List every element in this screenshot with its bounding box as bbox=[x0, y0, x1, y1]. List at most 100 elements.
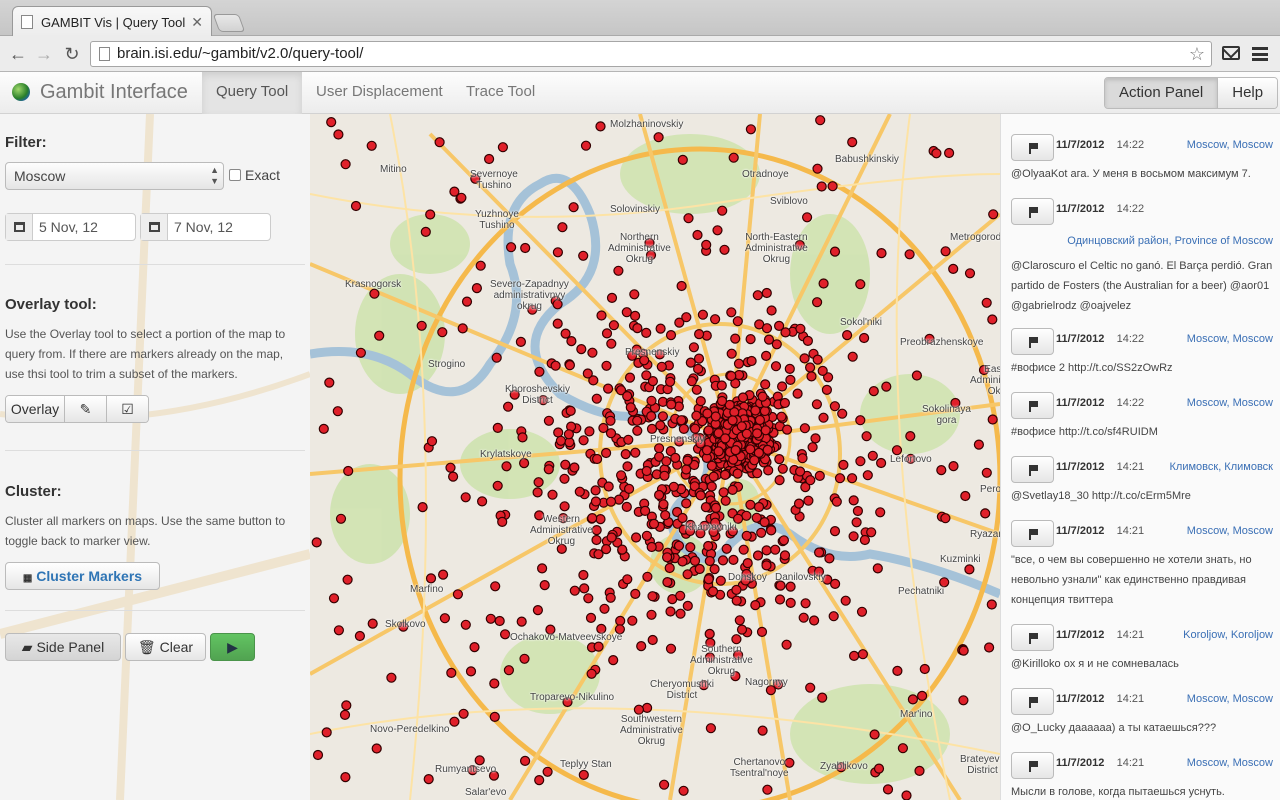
tweet-marker[interactable] bbox=[578, 569, 589, 581]
tweet-marker[interactable] bbox=[622, 574, 633, 585]
tweet-marker[interactable] bbox=[491, 352, 502, 363]
tweet-marker[interactable] bbox=[692, 229, 703, 241]
tweet-marker[interactable] bbox=[875, 457, 887, 469]
tweet-marker[interactable] bbox=[882, 784, 894, 795]
pencil-icon[interactable]: ✎ bbox=[64, 396, 106, 422]
tweet-marker[interactable] bbox=[586, 668, 597, 679]
action-panel-button[interactable]: Action Panel bbox=[1105, 78, 1218, 108]
tweet-marker[interactable] bbox=[606, 338, 617, 349]
tweet-marker[interactable] bbox=[627, 615, 638, 626]
tweet-marker[interactable] bbox=[566, 336, 577, 347]
tweet-marker[interactable] bbox=[568, 202, 579, 213]
tweet-marker[interactable] bbox=[753, 501, 765, 513]
tweet-marker[interactable] bbox=[621, 307, 632, 318]
tweet-marker[interactable] bbox=[700, 502, 711, 513]
tweet-marker[interactable] bbox=[601, 328, 613, 339]
tweet-marker[interactable] bbox=[752, 428, 763, 439]
tweet-marker[interactable] bbox=[501, 461, 512, 472]
tweet-marker[interactable] bbox=[681, 498, 692, 509]
tweet-marker[interactable] bbox=[654, 443, 665, 454]
tweet-marker[interactable] bbox=[583, 593, 594, 604]
tweet-marker[interactable] bbox=[425, 209, 436, 220]
tweet-marker[interactable] bbox=[799, 353, 810, 364]
tab-user-displacement[interactable]: User Displacement bbox=[302, 72, 457, 114]
tweet-marker[interactable] bbox=[756, 626, 768, 638]
tweet-marker[interactable] bbox=[812, 354, 823, 365]
tweet-marker[interactable] bbox=[657, 411, 668, 422]
tweet-marker[interactable] bbox=[805, 362, 816, 373]
tweet-marker[interactable] bbox=[691, 410, 702, 421]
tweet-marker[interactable] bbox=[731, 584, 742, 595]
tweet-marker[interactable] bbox=[988, 209, 999, 220]
tweet-location-link[interactable]: Moscow, Moscow bbox=[1187, 397, 1273, 409]
tweet-marker[interactable] bbox=[738, 544, 749, 555]
tweet-marker[interactable] bbox=[438, 569, 449, 580]
tweet-marker[interactable] bbox=[555, 435, 566, 446]
tweet-marker[interactable] bbox=[460, 619, 471, 630]
tweet-marker[interactable] bbox=[534, 774, 545, 786]
tweet-marker[interactable] bbox=[593, 641, 604, 652]
tweet-marker[interactable] bbox=[732, 316, 743, 327]
tweet-marker[interactable] bbox=[803, 495, 814, 506]
tweet-marker[interactable] bbox=[557, 222, 568, 233]
tweet-marker[interactable] bbox=[458, 708, 469, 719]
flag-button[interactable] bbox=[1011, 392, 1054, 419]
tweet-marker[interactable] bbox=[793, 498, 805, 509]
tweet-marker[interactable] bbox=[537, 563, 548, 574]
tweet-marker[interactable] bbox=[734, 615, 745, 626]
tweet-marker[interactable] bbox=[654, 489, 665, 501]
tweet-marker[interactable] bbox=[593, 549, 604, 560]
tweet-marker[interactable] bbox=[855, 456, 866, 467]
tweet-marker[interactable] bbox=[732, 468, 743, 479]
tweet-marker[interactable] bbox=[812, 297, 823, 308]
tweet-marker[interactable] bbox=[829, 526, 841, 537]
tweet-marker[interactable] bbox=[736, 624, 748, 635]
tweet-marker[interactable] bbox=[565, 405, 576, 416]
tweet-marker[interactable] bbox=[905, 431, 916, 442]
tweet-marker[interactable] bbox=[369, 288, 380, 299]
tweet-marker[interactable] bbox=[818, 412, 829, 423]
tweet-marker[interactable] bbox=[354, 630, 366, 642]
tweet-marker[interactable] bbox=[630, 588, 641, 599]
tweet-marker[interactable] bbox=[717, 205, 728, 216]
tweet-marker[interactable] bbox=[726, 348, 737, 359]
tweet-marker[interactable] bbox=[606, 292, 618, 303]
tweet-marker[interactable] bbox=[578, 769, 589, 781]
tweet-marker[interactable] bbox=[622, 461, 633, 472]
tweet-marker[interactable] bbox=[665, 606, 676, 617]
tweet-marker[interactable] bbox=[730, 445, 741, 456]
reload-icon[interactable]: ↻ bbox=[60, 42, 84, 66]
tweet-marker[interactable] bbox=[848, 650, 860, 662]
new-tab-button[interactable] bbox=[212, 14, 246, 32]
tweet-marker[interactable] bbox=[868, 386, 879, 397]
tweet-marker[interactable] bbox=[810, 433, 821, 444]
tweet-marker[interactable] bbox=[757, 725, 768, 736]
tweet-marker[interactable] bbox=[420, 226, 431, 238]
tweet-marker[interactable] bbox=[824, 553, 835, 564]
tweet-marker[interactable] bbox=[761, 560, 772, 571]
tweet-marker[interactable] bbox=[533, 477, 544, 488]
tweet-marker[interactable] bbox=[543, 415, 554, 426]
tweet-location-link[interactable]: Moscow, Moscow bbox=[1187, 333, 1273, 345]
tweet-marker[interactable] bbox=[728, 152, 739, 163]
tweet-marker[interactable] bbox=[960, 490, 971, 502]
tweet-marker[interactable] bbox=[745, 444, 756, 455]
tweet-marker[interactable] bbox=[595, 121, 606, 132]
tweet-marker[interactable] bbox=[779, 550, 791, 561]
tweet-marker[interactable] bbox=[632, 415, 643, 426]
tweet-marker[interactable] bbox=[759, 405, 770, 417]
tweet-marker[interactable] bbox=[642, 702, 653, 714]
tweet-marker[interactable] bbox=[964, 268, 976, 279]
tweet-marker[interactable] bbox=[492, 422, 503, 433]
calendar-icon[interactable] bbox=[6, 214, 33, 240]
tweet-marker[interactable] bbox=[646, 411, 657, 422]
tweet-marker[interactable] bbox=[599, 603, 610, 614]
tweet-marker[interactable] bbox=[782, 424, 793, 435]
tweet-marker[interactable] bbox=[580, 140, 592, 151]
tweet-marker[interactable] bbox=[569, 462, 580, 473]
tweet-marker[interactable] bbox=[564, 360, 575, 371]
tweet-marker[interactable] bbox=[770, 361, 782, 372]
tweet-marker[interactable] bbox=[641, 465, 652, 477]
tweet-location-link[interactable]: Moscow, Moscow bbox=[1187, 693, 1273, 705]
tweet-marker[interactable] bbox=[677, 154, 688, 166]
